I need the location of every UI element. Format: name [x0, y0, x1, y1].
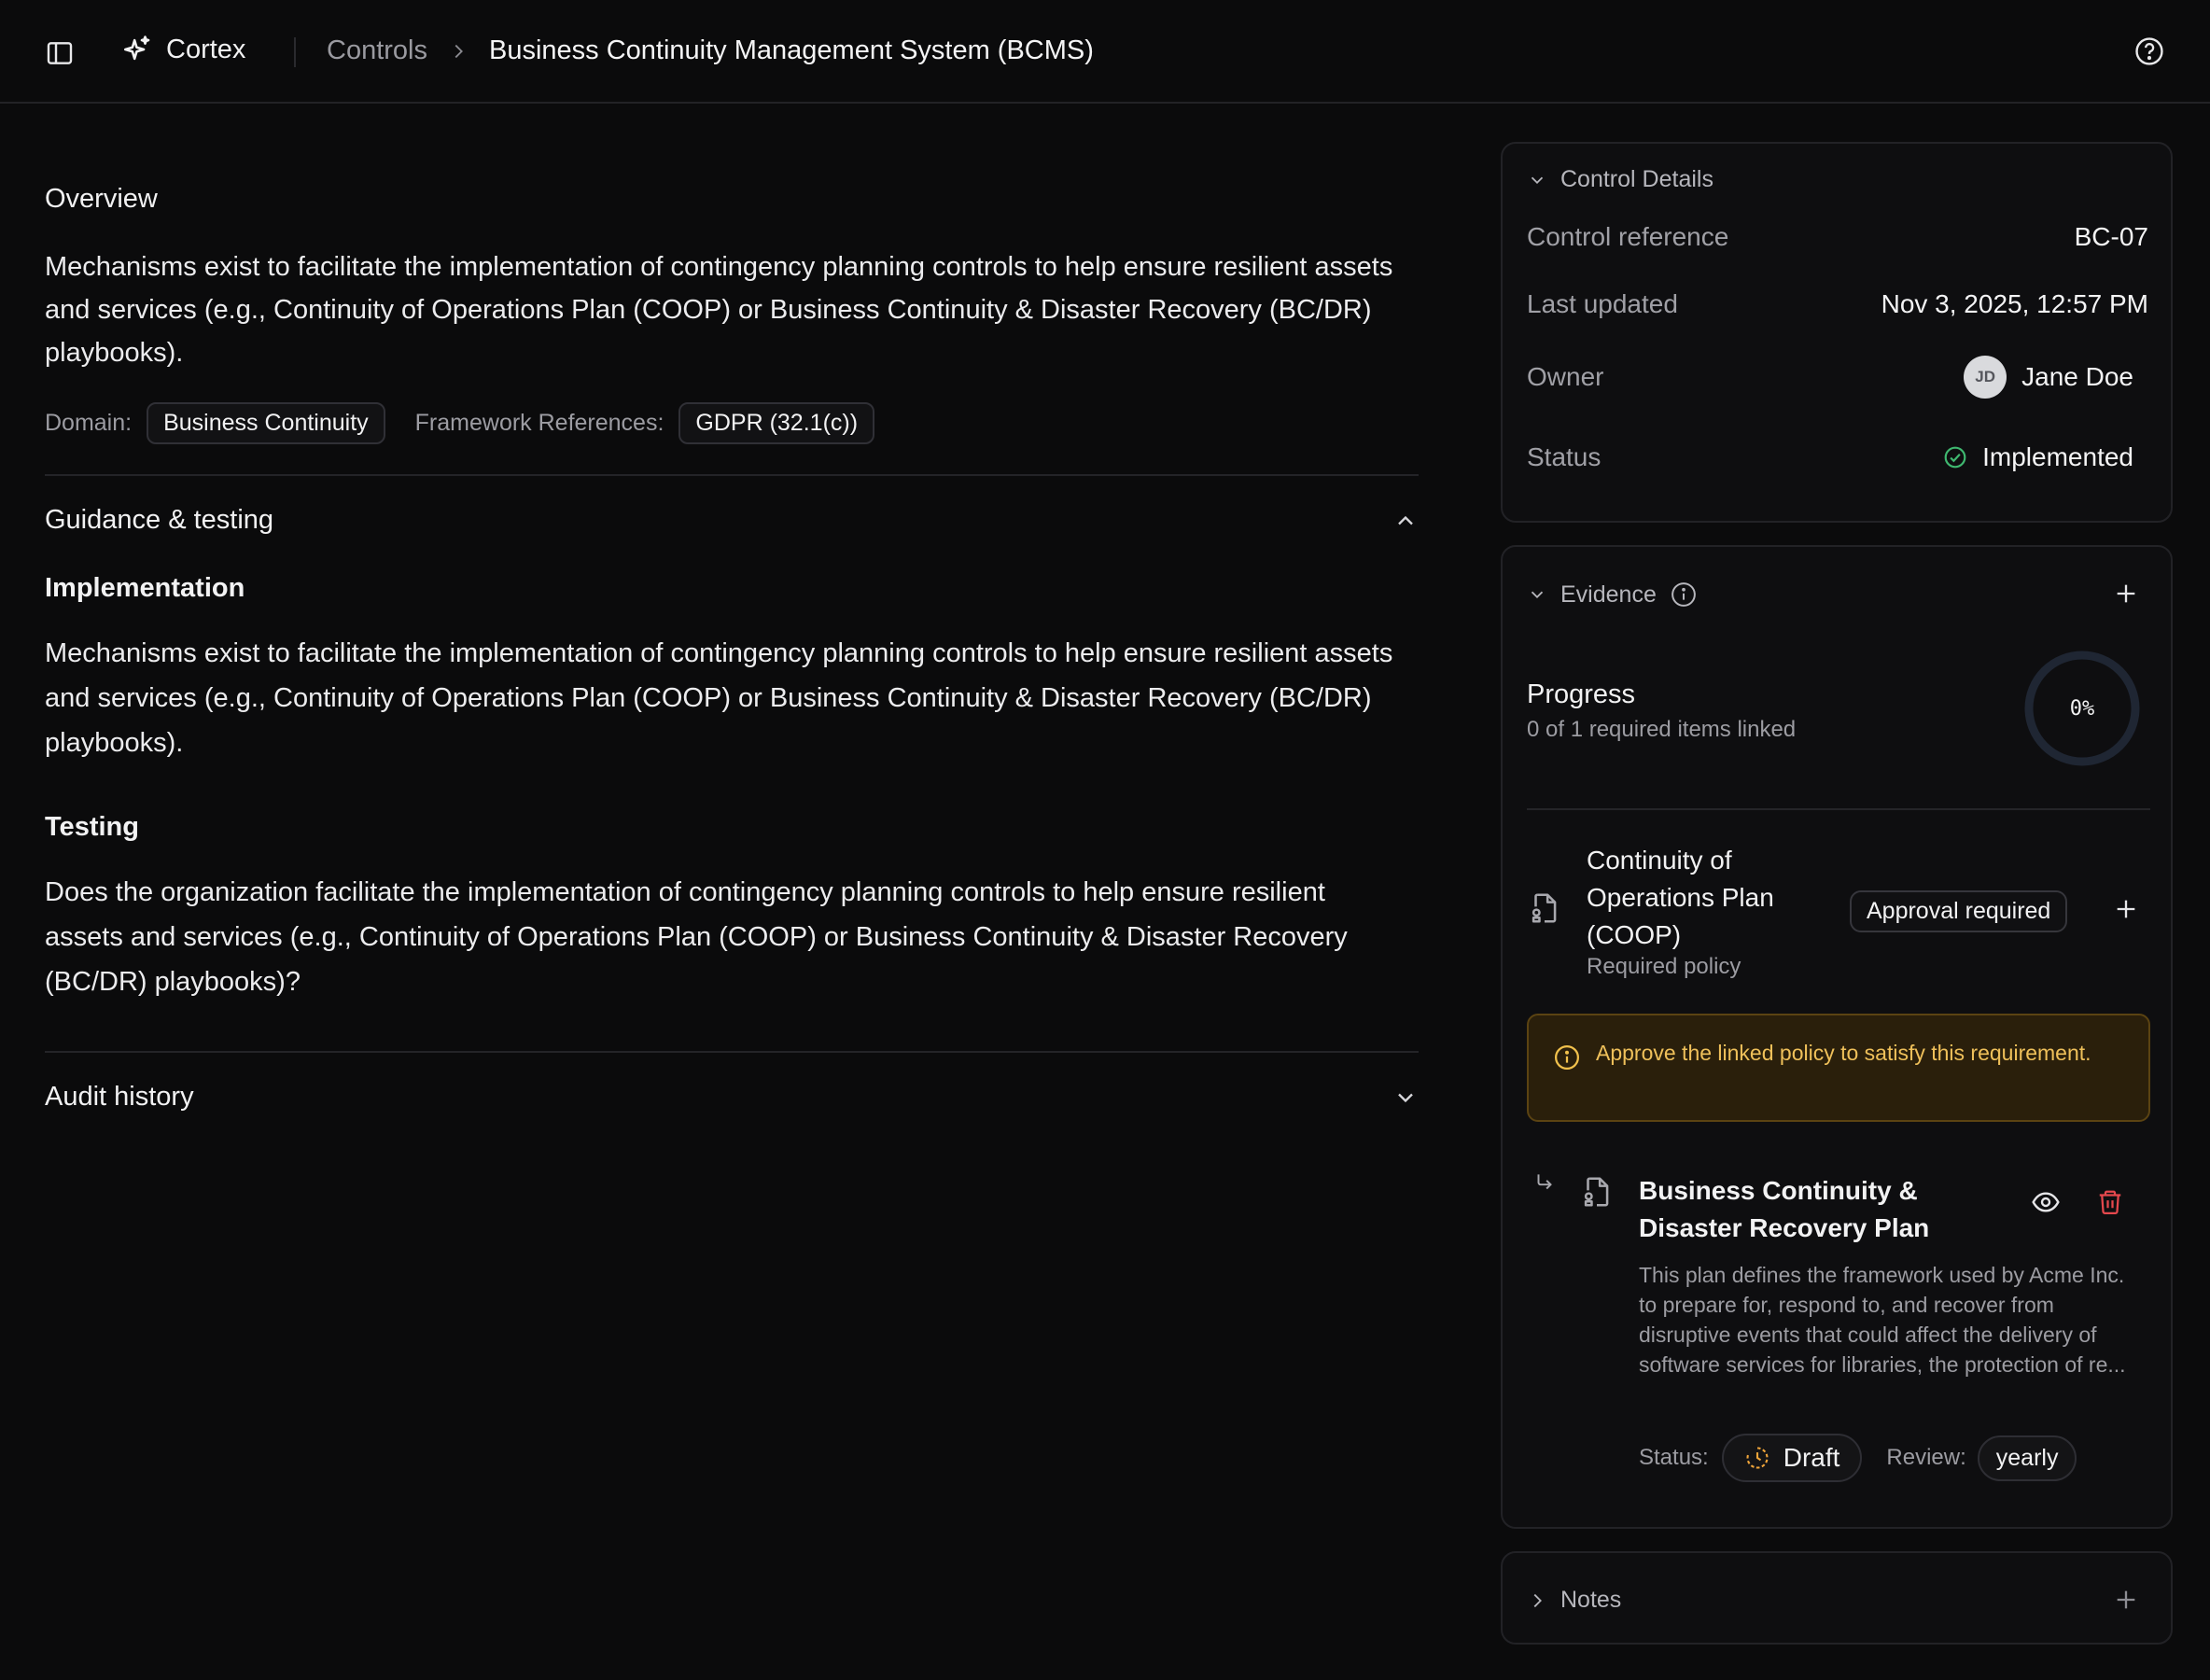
status-value[interactable]: Implemented [1943, 442, 2133, 472]
progress-title: Progress [1527, 679, 1636, 709]
implementation-text: Mechanisms exist to facilitate the imple… [45, 638, 1393, 758]
check-circle-icon [1943, 445, 1967, 469]
last-updated-row: Last updated Nov 3, 2025, 12:57 PM [1527, 289, 2148, 319]
audit-history-header[interactable]: Audit history [45, 1082, 1419, 1113]
progress-ring: 0% [2021, 648, 2143, 769]
chevron-down-icon [1527, 584, 1547, 605]
control-reference-value: BC-07 [2074, 222, 2148, 251]
header-divider [294, 37, 296, 67]
chevron-down-icon [1527, 170, 1547, 190]
sidebar-toggle-icon[interactable] [45, 38, 75, 68]
breadcrumb: Controls Business Continuity Management … [327, 35, 1094, 66]
domain-chip[interactable]: Business Continuity [147, 402, 385, 444]
testing-text: Does the organization facilitate the imp… [45, 877, 1348, 997]
draft-status-chip: Draft [1721, 1434, 1863, 1482]
corner-down-right-icon [1532, 1170, 1557, 1195]
last-updated-value: Nov 3, 2025, 12:57 PM [1881, 289, 2148, 318]
control-reference-row: Control reference BC-07 [1527, 222, 2148, 252]
notes-header[interactable]: Notes [1527, 1587, 1621, 1614]
breadcrumb-controls-link[interactable]: Controls [327, 35, 427, 66]
avatar: JD [1964, 356, 2007, 399]
overview-text: Mechanisms exist to facilitate the imple… [45, 252, 1393, 368]
evidence-title: Evidence [1560, 581, 1657, 608]
chevron-right-icon [1527, 1590, 1547, 1611]
owner-name: Jane Doe [2021, 362, 2133, 391]
status-row: Status Implemented [1527, 442, 2133, 472]
progress-subtitle: 0 of 1 required items linked [1527, 717, 1797, 742]
policy-document-icon [1579, 1174, 1615, 1210]
policy-status-label: Status: [1639, 1445, 1709, 1470]
chevron-up-icon[interactable] [1392, 508, 1419, 534]
last-updated-label: Last updated [1527, 289, 1678, 318]
add-note-icon[interactable] [2113, 1587, 2139, 1613]
notes-title: Notes [1560, 1587, 1622, 1613]
add-requirement-evidence-icon[interactable] [2113, 896, 2139, 922]
breadcrumb-current: Business Continuity Management System (B… [489, 35, 1094, 65]
linked-policy-description: This plan defines the framework used by … [1639, 1263, 2126, 1377]
chevron-right-icon [448, 41, 469, 62]
control-reference-label: Control reference [1527, 222, 1729, 251]
overview-meta: Domain: Business Continuity Framework Re… [45, 402, 875, 444]
owner-value[interactable]: JD Jane Doe [1964, 356, 2133, 399]
evidence-panel: Evidence Progress 0 of 1 required items … [1501, 545, 2173, 1529]
alert-info-icon [1553, 1043, 1581, 1071]
app-brand[interactable]: Cortex [121, 34, 245, 65]
testing-heading: Testing [45, 812, 139, 842]
guidance-header[interactable]: Guidance & testing [45, 505, 1419, 536]
top-bar: Cortex Controls Business Continuity Mana… [0, 0, 2210, 104]
section-divider [45, 1051, 1419, 1053]
review-label: Review: [1886, 1445, 1966, 1470]
control-details-title: Control Details [1560, 166, 1713, 192]
status-text: Implemented [1982, 442, 2133, 471]
review-frequency-chip: yearly [1977, 1435, 2077, 1481]
linked-policy-title[interactable]: Business Continuity & Disaster Recovery … [1639, 1172, 1975, 1247]
framework-chip[interactable]: GDPR (32.1(c)) [678, 402, 875, 444]
control-details-panel: Control Details Control reference BC-07 … [1501, 142, 2173, 523]
progress-percent: 0% [2069, 696, 2095, 721]
section-divider [45, 474, 1419, 476]
add-evidence-icon[interactable] [2113, 581, 2139, 607]
overview-heading: Overview [45, 184, 158, 214]
owner-label: Owner [1527, 362, 1604, 391]
notes-panel: Notes [1501, 1551, 2173, 1645]
evidence-header[interactable]: Evidence [1527, 581, 1698, 609]
implementation-heading: Implementation [45, 573, 245, 603]
requirement-title[interactable]: Continuity of Operations Plan (COOP) [1587, 842, 1829, 954]
info-icon[interactable] [1670, 581, 1698, 609]
clock-dashed-icon [1744, 1445, 1770, 1471]
warning-text: Approve the linked policy to satisfy thi… [1596, 1041, 2091, 1065]
linked-policy-meta: Status: Draft Review: yearly [1639, 1434, 2077, 1482]
help-icon[interactable] [2133, 35, 2165, 67]
approval-required-badge: Approval required [1850, 890, 2068, 932]
audit-history-title: Audit history [45, 1082, 194, 1112]
eye-icon[interactable] [2031, 1187, 2061, 1217]
app-name: Cortex [166, 34, 246, 64]
framework-label: Framework References: [414, 410, 664, 436]
requirement-subtitle: Required policy [1587, 954, 1741, 979]
chevron-down-icon[interactable] [1392, 1085, 1419, 1111]
approval-warning: Approve the linked policy to satisfy thi… [1527, 1014, 2150, 1122]
domain-label: Domain: [45, 410, 133, 436]
status-label: Status [1527, 442, 1602, 471]
evidence-divider [1527, 808, 2150, 810]
draft-status-text: Draft [1783, 1443, 1840, 1472]
owner-row: Owner JD Jane Doe [1527, 356, 2133, 399]
policy-document-icon [1527, 890, 1562, 926]
control-details-header[interactable]: Control Details [1527, 166, 1713, 193]
trash-icon[interactable] [2096, 1187, 2124, 1217]
guidance-title: Guidance & testing [45, 505, 274, 535]
sparkles-icon [121, 34, 153, 65]
